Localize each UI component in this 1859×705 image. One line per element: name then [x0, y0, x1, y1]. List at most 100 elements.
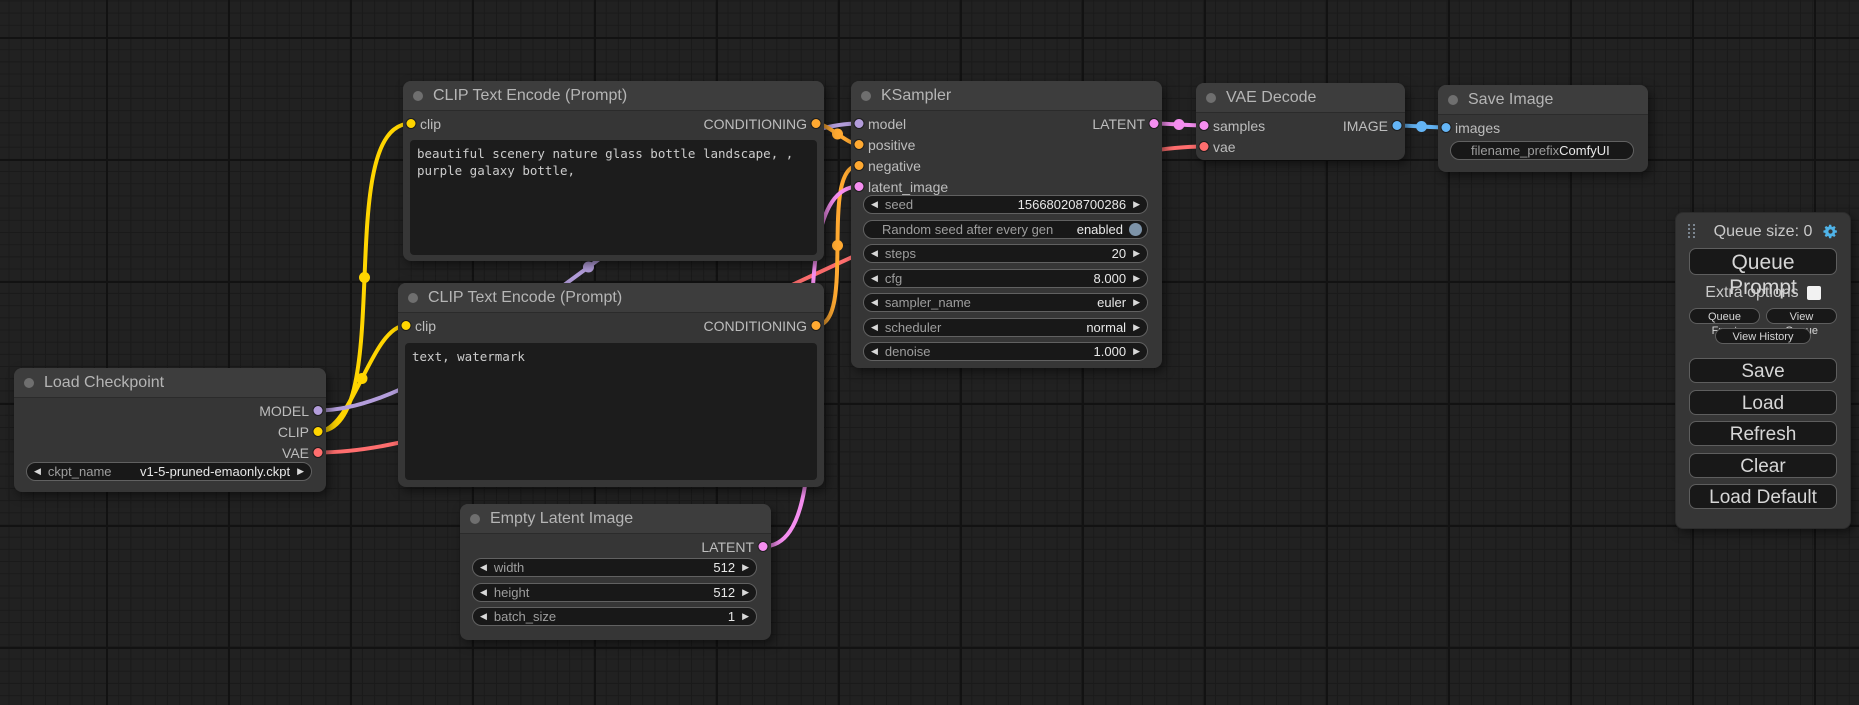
widget-label: width: [494, 560, 524, 575]
widget-cfg[interactable]: ◀cfg8.000▶: [863, 269, 1148, 288]
CONDITIONING-output-label: CONDITIONING: [704, 318, 824, 334]
widget-value: euler: [1097, 295, 1126, 310]
node-title-bar[interactable]: VAE Decode: [1196, 83, 1405, 113]
extra-options-label: Extra options: [1705, 284, 1798, 302]
widget-value: 8.000: [1094, 271, 1127, 286]
collapse-dot-icon[interactable]: [1448, 95, 1458, 105]
link-midpoint-dot[interactable]: [832, 240, 843, 251]
decrement-arrow[interactable]: ◀: [864, 323, 885, 332]
latent_image-input-label: latent_image: [851, 179, 948, 195]
decrement-arrow[interactable]: ◀: [864, 274, 885, 283]
view-history-button[interactable]: View History: [1715, 328, 1811, 344]
load-default-button[interactable]: Load Default: [1689, 484, 1837, 509]
increment-arrow[interactable]: ▶: [1126, 347, 1147, 356]
widget-label: batch_size: [494, 609, 556, 624]
drag-handle-icon[interactable]: [1688, 224, 1696, 238]
load-button[interactable]: Load: [1689, 390, 1837, 415]
link-midpoint-dot[interactable]: [359, 272, 370, 283]
collapse-dot-icon[interactable]: [24, 378, 34, 388]
widget-denoise[interactable]: ◀denoise1.000▶: [863, 342, 1148, 361]
widget-seed[interactable]: ◀seed156680208700286▶: [863, 195, 1148, 214]
link-midpoint-dot[interactable]: [357, 373, 368, 384]
link-midpoint-dot[interactable]: [583, 262, 594, 273]
widget-width[interactable]: ◀width 512▶: [472, 558, 757, 577]
decrement-arrow[interactable]: ◀: [27, 467, 48, 476]
widget-label: ckpt_name: [48, 464, 112, 479]
widget-batch_size[interactable]: ◀batch_size1▶: [472, 607, 757, 626]
prompt-textarea[interactable]: beautiful scenery nature glass bottle la…: [410, 140, 817, 255]
widget-label: filename_prefix: [1471, 143, 1559, 158]
decrement-arrow[interactable]: ◀: [864, 298, 885, 307]
increment-arrow[interactable]: ▶: [1126, 323, 1147, 332]
link-midpoint-dot[interactable]: [832, 129, 843, 140]
widget-sampler_name[interactable]: ◀sampler_nameeuler▶: [863, 293, 1148, 312]
node-save-image[interactable]: Save Imageimagesfilename_prefixComfyUI: [1438, 85, 1648, 172]
save-button[interactable]: Save: [1689, 358, 1837, 383]
node-title-bar[interactable]: Load Checkpoint: [14, 368, 326, 398]
queue-front-button[interactable]: Queue Front: [1689, 308, 1760, 324]
link-midpoint-dot[interactable]: [1416, 121, 1427, 132]
widget-filename_prefix[interactable]: filename_prefixComfyUI: [1450, 141, 1634, 160]
increment-arrow[interactable]: ▶: [1126, 298, 1147, 307]
collapse-dot-icon[interactable]: [470, 514, 480, 524]
node-title-text: KSampler: [881, 87, 951, 105]
widget-steps[interactable]: ◀steps20▶: [863, 244, 1148, 263]
node-ksampler[interactable]: KSamplermodelLATENTpositivenegativelaten…: [851, 81, 1162, 368]
refresh-button[interactable]: Refresh: [1689, 421, 1837, 446]
increment-arrow[interactable]: ▶: [735, 563, 756, 572]
collapse-dot-icon[interactable]: [408, 293, 418, 303]
node-clip-text-encode-positive[interactable]: CLIP Text Encode (Prompt)clipCONDITIONIN…: [403, 81, 824, 261]
widget-height[interactable]: ◀height512▶: [472, 583, 757, 602]
settings-gear-icon[interactable]: [1822, 223, 1839, 245]
increment-arrow[interactable]: ▶: [1126, 274, 1147, 283]
collapse-dot-icon[interactable]: [413, 91, 423, 101]
samples-input-label: samples: [1196, 118, 1265, 134]
widget-value: 512: [713, 560, 735, 575]
widget-label: denoise: [885, 344, 931, 359]
node-title-text: CLIP Text Encode (Prompt): [428, 289, 622, 307]
CONDITIONING-output-label: CONDITIONING: [704, 116, 824, 132]
increment-arrow[interactable]: ▶: [1126, 200, 1147, 209]
widget-Random-seed-after-every-gen[interactable]: Random seed after every genenabled: [863, 220, 1148, 239]
positive-input-label: positive: [851, 137, 915, 153]
widget-value: ComfyUI: [1559, 143, 1610, 158]
decrement-arrow[interactable]: ◀: [864, 249, 885, 258]
increment-arrow[interactable]: ▶: [1126, 249, 1147, 258]
node-title-bar[interactable]: KSampler: [851, 81, 1162, 111]
node-title-text: Empty Latent Image: [490, 510, 633, 528]
LATENT-output-label: LATENT: [701, 539, 771, 555]
node-graph-canvas[interactable]: Load CheckpointMODELCLIPVAE◀ckpt_namev1-…: [0, 0, 1859, 705]
queue-prompt-button[interactable]: Queue Prompt: [1689, 248, 1837, 275]
node-clip-text-encode-negative[interactable]: CLIP Text Encode (Prompt)clipCONDITIONIN…: [398, 283, 824, 487]
widget-scheduler[interactable]: ◀schedulernormal▶: [863, 318, 1148, 337]
widget-label: height: [494, 585, 529, 600]
node-empty-latent-image[interactable]: Empty Latent ImageLATENT◀width512▶◀heigh…: [460, 504, 771, 640]
node-load-checkpoint[interactable]: Load CheckpointMODELCLIPVAE◀ckpt_namev1-…: [14, 368, 326, 492]
link-wire-clip: [318, 326, 406, 432]
collapse-dot-icon[interactable]: [861, 91, 871, 101]
decrement-arrow[interactable]: ◀: [864, 347, 885, 356]
node-title-bar[interactable]: CLIP Text Encode (Prompt): [398, 283, 824, 313]
collapse-dot-icon[interactable]: [1206, 93, 1216, 103]
increment-arrow[interactable]: ▶: [735, 612, 756, 621]
extra-options-checkbox[interactable]: [1807, 286, 1821, 300]
decrement-arrow[interactable]: ◀: [473, 612, 494, 621]
node-title-text: Save Image: [1468, 91, 1553, 109]
decrement-arrow[interactable]: ◀: [473, 588, 494, 597]
widget-ckpt_name[interactable]: ◀ckpt_name v1-5-pruned-emaonly.ckpt▶: [26, 462, 312, 481]
decrement-arrow[interactable]: ◀: [473, 563, 494, 572]
increment-arrow[interactable]: ▶: [735, 588, 756, 597]
link-midpoint-dot[interactable]: [1174, 119, 1185, 130]
node-title-bar[interactable]: Empty Latent Image: [460, 504, 771, 534]
node-title-bar[interactable]: CLIP Text Encode (Prompt): [403, 81, 824, 111]
clear-button[interactable]: Clear: [1689, 453, 1837, 478]
increment-arrow[interactable]: ▶: [290, 467, 311, 476]
widget-value: v1-5-pruned-emaonly.ckpt: [140, 464, 290, 479]
decrement-arrow[interactable]: ◀: [864, 200, 885, 209]
view-queue-button[interactable]: View Queue: [1766, 308, 1837, 324]
node-title-bar[interactable]: Save Image: [1438, 85, 1648, 115]
node-vae-decode[interactable]: VAE DecodesamplesIMAGEvae: [1196, 83, 1405, 160]
negative-input-label: negative: [851, 158, 921, 174]
toggle-dot[interactable]: [1129, 223, 1142, 236]
prompt-textarea[interactable]: text, watermark: [405, 343, 817, 480]
